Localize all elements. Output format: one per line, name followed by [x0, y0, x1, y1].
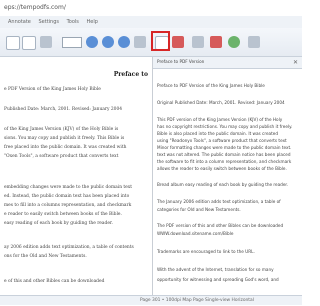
- zoom-level-box[interactable]: [62, 37, 82, 48]
- panel-line: allows the reader to easily switch betwe…: [157, 166, 287, 171]
- menu-item-tools[interactable]: Tools: [67, 19, 79, 25]
- panel-line: This PDF version of the King James Versi…: [157, 117, 283, 122]
- print-icon[interactable]: [40, 36, 52, 48]
- zoom-in-icon[interactable]: [86, 36, 98, 48]
- panel-line: Original Published Date: March, 2001. Re…: [157, 100, 285, 105]
- doc-line: of the King James Version (KJV) of the H…: [4, 127, 119, 132]
- panel-title: Preface to PDF Version: [157, 59, 205, 64]
- doc-line: easy reading of each book by guiding the…: [4, 221, 113, 226]
- panel-line: The January 2006 edition adds text optim…: [157, 199, 281, 204]
- panel-line: Preface to PDF Version of the King James…: [157, 83, 265, 88]
- window-title: eps://tempodfs.com/: [4, 4, 66, 11]
- doc-line: free placed into the public domain. It w…: [4, 145, 127, 150]
- panel-line: The PDF version of this and other Bibles…: [157, 223, 284, 228]
- annotate-icon[interactable]: [172, 36, 184, 48]
- panel-line: text was not altered. The public domain …: [157, 152, 291, 157]
- close-icon[interactable]: ✕: [293, 59, 298, 66]
- document-viewer-left[interactable]: Preface to e PDF Version of the King Jam…: [0, 57, 154, 295]
- panel-line: categories for Old and New Testaments.: [157, 207, 241, 212]
- zoom-out-icon[interactable]: [102, 36, 114, 48]
- menu-item-settings[interactable]: Settings: [38, 19, 59, 25]
- doc-line: Published Date: March, 2001. Revised: Ja…: [4, 107, 123, 112]
- panel-line: using "Readonyx Tools", a software produ…: [157, 138, 287, 143]
- panel-line: opportunity for witnessing and spreading…: [157, 277, 279, 282]
- doc-line: embedding changes were made to the publi…: [4, 185, 133, 190]
- doc-line: ed. Instead, the public domain text has …: [4, 194, 130, 199]
- settings-icon[interactable]: [248, 36, 260, 48]
- doc-line: e reader to easily switch between books …: [4, 212, 122, 217]
- new-document-icon[interactable]: [6, 36, 20, 50]
- doc-line: sions. You may copy and publish it freel…: [4, 136, 125, 141]
- open-document-icon[interactable]: [22, 36, 36, 50]
- text-export-panel[interactable]: ✕ Preface to PDF Version Preface to PDF …: [153, 57, 302, 295]
- panel-line: Trademarks are encouraged to link to the…: [157, 249, 255, 254]
- doc-line: mes to fill into a columns representatio…: [4, 203, 132, 208]
- doc-line: ay 2006 edition adds text optimization, …: [4, 245, 134, 250]
- doc-line: e of this and other Bibles can be downlo…: [4, 279, 105, 284]
- menu-item-annotate[interactable]: Annotate: [8, 19, 31, 25]
- zoom-fit-icon[interactable]: [118, 36, 130, 48]
- highlighted-toolbar-button: [151, 31, 170, 51]
- panel-line: has no copyright restrictions. You may c…: [157, 124, 293, 129]
- doc-line: e PDF Version of the King James Holy Bib…: [4, 87, 101, 92]
- doc-line: "Oxen Tools", a software product that co…: [4, 154, 119, 159]
- panel-line: the software to fit into a column repres…: [157, 159, 292, 164]
- panel-line: WWW.download.sitename.com/Bible: [157, 231, 234, 236]
- panel-line: Bible is also placed into the public dom…: [157, 131, 278, 136]
- highlight-text-icon[interactable]: [192, 36, 204, 48]
- page-view-icon[interactable]: [134, 36, 146, 48]
- status-text: Page 301 • 100dpi Map Page Single-view H…: [140, 298, 254, 303]
- abc-spellcheck-icon[interactable]: [210, 36, 222, 48]
- doc-line: ons for the Old and New Testaments.: [4, 254, 87, 259]
- status-bar: Page 301 • 100dpi Map Page Single-view H…: [0, 295, 302, 305]
- tools-icon[interactable]: [228, 36, 240, 48]
- window-title-bar: eps://tempodfs.com/: [0, 0, 302, 16]
- doc-heading: Preface to: [113, 71, 148, 78]
- menu-item-help[interactable]: Help: [87, 19, 98, 25]
- panel-line: With the advent of the Internet, transla…: [157, 267, 274, 272]
- panel-line: Bread album easy reading of each book by…: [157, 182, 289, 187]
- menu-bar: Annotate Settings Tools Help: [0, 16, 302, 28]
- panel-line: Minor formatting changes were made to th…: [157, 145, 292, 150]
